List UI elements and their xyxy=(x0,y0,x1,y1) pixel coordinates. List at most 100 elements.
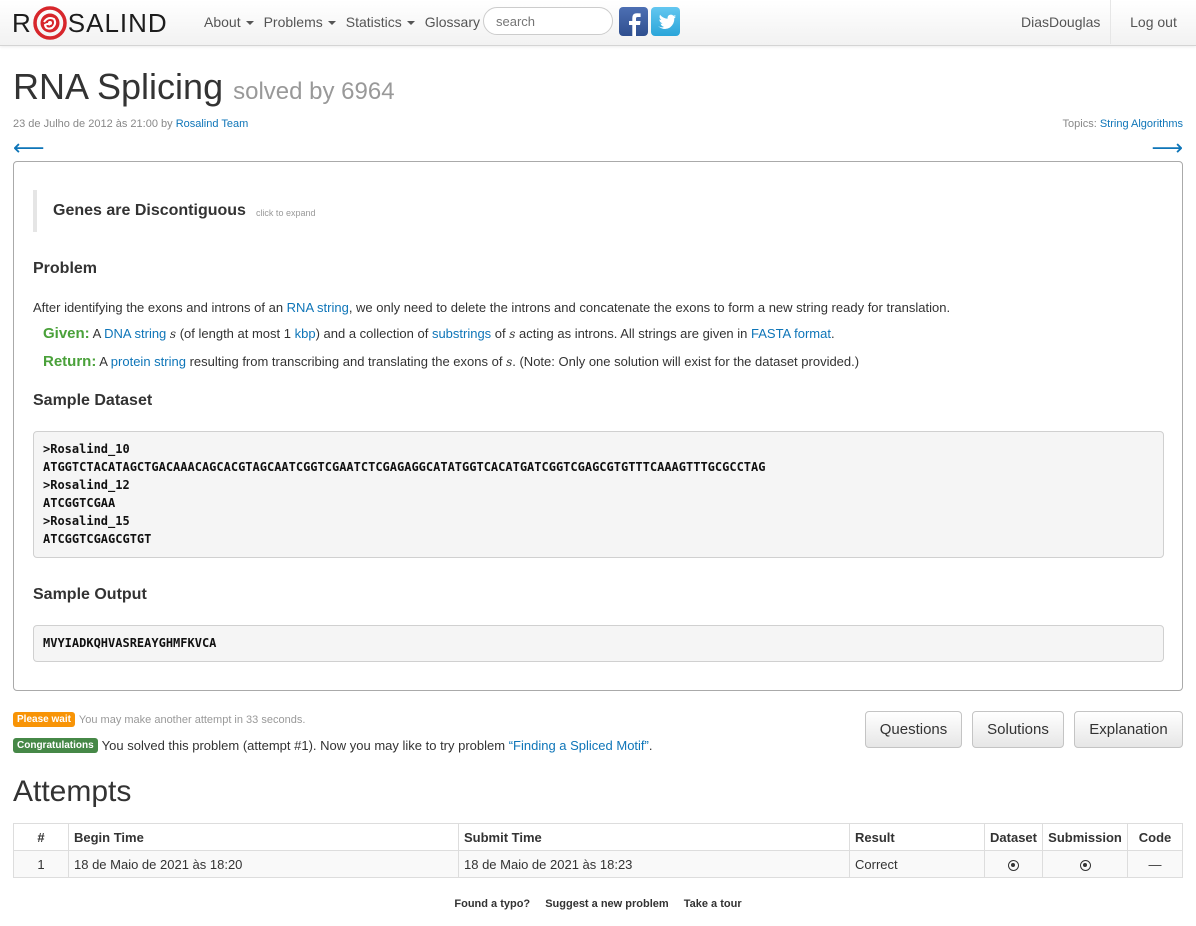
wait-text: You may make another attempt in 33 secon… xyxy=(78,713,306,726)
congrats-end: . xyxy=(648,738,653,753)
table-header-row: # Begin Time Submit Time Result Dataset … xyxy=(13,823,1183,851)
intro-text: After identifying the exons and introns … xyxy=(33,300,287,315)
top-navbar: R SALIND About Problems Statistics Gloss… xyxy=(0,0,1196,46)
intro-text-end: , we only need to delete the introns and… xyxy=(348,300,951,315)
logo-letter-r: R xyxy=(12,8,32,38)
return-text-end: . (Note: Only one solution will exist fo… xyxy=(512,354,860,369)
congrats-text: You solved this problem (attempt #1). No… xyxy=(102,738,653,753)
problem-title: RNA Splicing xyxy=(13,66,224,107)
rna-string-link[interactable]: RNA string xyxy=(287,300,349,315)
col-submit-time: Submit Time xyxy=(458,823,850,851)
protein-string-link[interactable]: protein string xyxy=(111,354,186,369)
given-text-end: . xyxy=(830,326,835,341)
logout-link[interactable]: Log out xyxy=(1110,0,1196,44)
return-line: Return: A protein string resulting from … xyxy=(43,353,859,370)
attempts-heading: Attempts xyxy=(13,775,132,808)
congrats-badge: Congratulations xyxy=(13,738,98,753)
col-result: Result xyxy=(849,823,985,851)
problem-intro: After identifying the exons and introns … xyxy=(33,300,950,315)
sample-dataset-heading: Sample Dataset xyxy=(33,392,153,409)
substrings-link[interactable]: substrings xyxy=(432,326,491,341)
twitter-icon[interactable] xyxy=(651,7,680,36)
attempt-code: — xyxy=(1127,850,1183,878)
nav-glossary[interactable]: Glossary xyxy=(425,14,480,30)
congrats-status: Congratulations You solved this problem … xyxy=(13,738,653,753)
nav-menu: About Problems Statistics Glossary xyxy=(204,0,490,44)
wait-badge: Please wait xyxy=(13,712,75,727)
problem-topics: Topics: String Algorithms xyxy=(1063,118,1183,130)
attempt-submit-time: 18 de Maio de 2021 às 18:23 xyxy=(458,850,850,878)
user-menu[interactable]: DiasDouglas xyxy=(1021,0,1100,44)
fasta-format-link[interactable]: FASTA format xyxy=(751,326,831,341)
return-text-2: resulting from transcribing and translat… xyxy=(185,354,507,369)
download-submission-icon[interactable] xyxy=(1079,859,1091,871)
problem-heading: Problem xyxy=(33,260,98,277)
sample-output-heading: Sample Output xyxy=(33,586,147,603)
logo-text: SALIND xyxy=(67,8,168,38)
chevron-down-icon xyxy=(327,21,336,25)
author-link[interactable]: Rosalind Team xyxy=(176,118,249,130)
found-typo-link[interactable]: Found a typo? xyxy=(454,898,530,910)
next-problem-link[interactable]: “Finding a Spliced Motif” xyxy=(509,738,649,753)
solved-count: solved by 6964 xyxy=(233,78,395,105)
prev-problem-arrow-icon[interactable]: ⟵ xyxy=(13,136,45,160)
attempt-number: 1 xyxy=(13,850,69,878)
nav-statistics[interactable]: Statistics xyxy=(346,14,415,30)
dataset-cell xyxy=(984,850,1043,878)
topic-link[interactable]: String Algorithms xyxy=(1100,118,1183,130)
explanation-button[interactable]: Explanation xyxy=(1074,711,1183,748)
attempt-result: Correct xyxy=(849,850,985,878)
search-input[interactable] xyxy=(483,7,613,35)
col-dataset: Dataset xyxy=(984,823,1043,851)
download-dataset-icon[interactable] xyxy=(1008,859,1019,871)
sample-dataset-block: >Rosalind_10 ATGGTCTACATAGCTGACAAACAGCAC… xyxy=(33,431,1164,558)
solutions-button[interactable]: Solutions xyxy=(972,711,1064,748)
given-text-4: of xyxy=(491,326,510,341)
dna-string-link[interactable]: DNA string xyxy=(104,326,166,341)
nav-problems[interactable]: Problems xyxy=(264,14,336,30)
given-text-3: ) and a collection of xyxy=(315,326,432,341)
given-line: Given: A DNA string s (of length at most… xyxy=(43,325,835,342)
attempts-table: # Begin Time Submit Time Result Dataset … xyxy=(13,823,1183,878)
nav-about[interactable]: About xyxy=(204,14,254,30)
chevron-down-icon xyxy=(245,21,254,25)
facebook-icon[interactable] xyxy=(619,7,648,36)
given-text: A xyxy=(89,326,105,341)
nav-problems-label: Problems xyxy=(263,14,323,30)
problem-meta: 23 de Julho de 2012 às 21:00 by Rosalind… xyxy=(13,118,248,130)
given-label: Given: xyxy=(43,325,90,342)
return-label: Return: xyxy=(43,353,97,370)
kbp-link[interactable]: kbp xyxy=(295,326,316,341)
submission-cell xyxy=(1042,850,1128,878)
col-code: Code xyxy=(1127,823,1183,851)
problem-date: 23 de Julho de 2012 às 21:00 by xyxy=(13,118,176,130)
attempt-begin-time: 18 de Maio de 2021 às 18:20 xyxy=(68,850,459,878)
col-number: # xyxy=(13,823,69,851)
congrats-message: You solved this problem (attempt #1). No… xyxy=(101,738,509,753)
nav-statistics-label: Statistics xyxy=(345,14,402,30)
page-title: RNA Splicing solved by 6964 xyxy=(13,64,395,115)
blockquote-title: Genes are Discontiguous xyxy=(53,202,246,219)
take-tour-link[interactable]: Take a tour xyxy=(684,898,742,910)
topics-label: Topics: xyxy=(1062,118,1100,130)
chevron-down-icon xyxy=(406,21,415,25)
col-submission: Submission xyxy=(1042,823,1128,851)
nav-about-label: About xyxy=(204,14,241,30)
expand-hint[interactable]: click to expand xyxy=(256,208,316,218)
given-text-2: (of length at most 1 xyxy=(176,326,295,341)
table-row: 1 18 de Maio de 2021 às 18:20 18 de Maio… xyxy=(13,850,1183,878)
next-problem-arrow-icon[interactable]: ⟶ xyxy=(1151,136,1183,160)
rosalind-logo[interactable]: R SALIND xyxy=(12,6,168,40)
return-text: A xyxy=(96,354,111,369)
problem-panel: Genes are Discontiguous click to expand … xyxy=(13,161,1183,691)
wait-status: Please wait You may make another attempt… xyxy=(13,712,305,727)
col-begin-time: Begin Time xyxy=(68,823,459,851)
footer: Found a typo? Suggest a new problem Take… xyxy=(0,898,1196,910)
questions-button[interactable]: Questions xyxy=(865,711,962,748)
suggest-problem-link[interactable]: Suggest a new problem xyxy=(545,898,668,910)
sample-output-block: MVYIADKQHVASREAYGHMFKVCA xyxy=(33,625,1164,662)
rose-icon xyxy=(33,6,67,40)
blockquote-genes[interactable]: Genes are Discontiguous click to expand xyxy=(33,190,433,232)
nav-glossary-label: Glossary xyxy=(424,14,480,30)
given-text-5: acting as introns. All strings are given… xyxy=(515,326,751,341)
